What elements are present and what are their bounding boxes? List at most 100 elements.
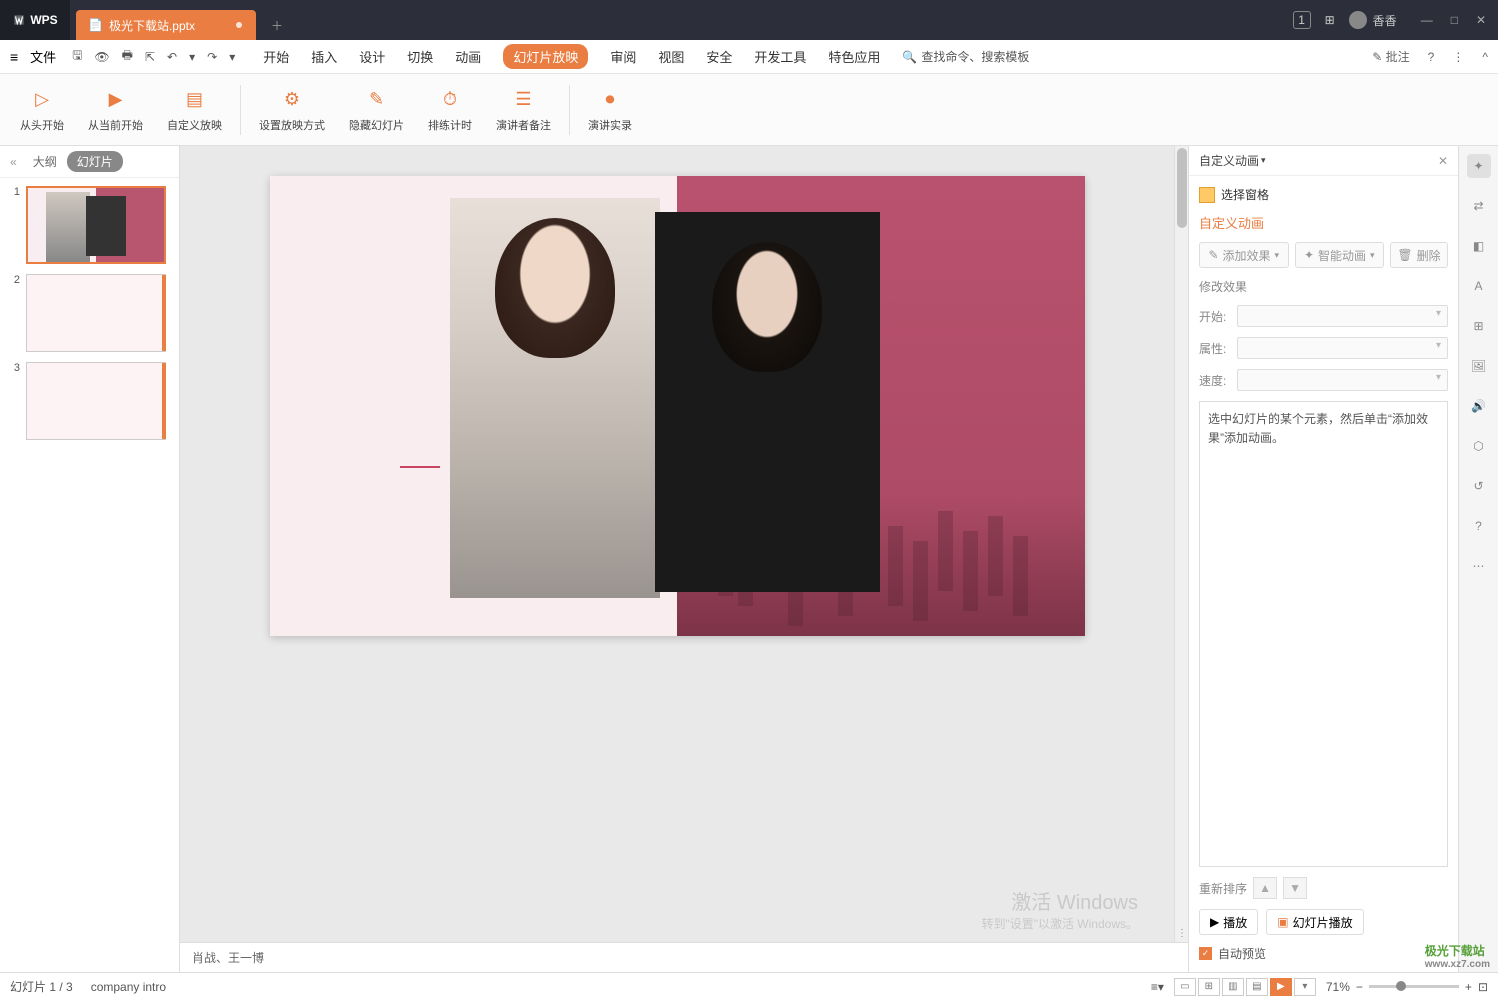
menu-10[interactable]: 特色应用 xyxy=(828,47,880,66)
menu-5[interactable]: 幻灯片放映 xyxy=(503,44,588,69)
view-normal-button[interactable]: ▭ xyxy=(1174,978,1196,996)
view-slideshow-button[interactable]: ▶ xyxy=(1270,978,1292,996)
section-name[interactable]: company intro xyxy=(91,980,166,994)
ribbon-设置放映方式[interactable]: ⚙设置放映方式 xyxy=(247,74,337,145)
move-up-button[interactable]: ▲ xyxy=(1253,877,1277,899)
photo-left[interactable] xyxy=(450,198,660,598)
menu-6[interactable]: 审阅 xyxy=(610,47,636,66)
ribbon-从头开始[interactable]: ▷从头开始 xyxy=(8,74,76,145)
wps-logo[interactable]: WPS xyxy=(0,0,70,40)
tool-layout-icon[interactable]: ⊞ xyxy=(1467,314,1491,338)
menu-7[interactable]: 视图 xyxy=(658,47,684,66)
add-tab-button[interactable]: ＋ xyxy=(262,10,292,40)
panel-close-button[interactable]: ✕ xyxy=(1438,154,1448,168)
menu-3[interactable]: 切换 xyxy=(407,47,433,66)
notification-badge[interactable]: 1 xyxy=(1293,11,1311,29)
tool-more-icon[interactable]: ⋯ xyxy=(1467,554,1491,578)
view-sorter-button[interactable]: ⊞ xyxy=(1198,978,1220,996)
slides-panel: « 大纲 幻灯片 1 2 3 xyxy=(0,146,180,972)
slide-thumb-3[interactable]: 3 xyxy=(8,362,171,440)
slideshow-button[interactable]: ▣幻灯片播放 xyxy=(1266,909,1363,935)
slide-canvas[interactable] xyxy=(270,176,1085,636)
ribbon-separator xyxy=(569,85,570,135)
app-store-icon[interactable]: ⊞ xyxy=(1325,13,1335,27)
ribbon-演讲实录[interactable]: ⏺演讲实录 xyxy=(576,74,644,145)
tool-text-icon[interactable]: A xyxy=(1467,274,1491,298)
redo-dropdown-icon[interactable]: ▾ xyxy=(229,50,235,64)
property-select[interactable] xyxy=(1237,337,1448,359)
help-icon[interactable]: ? xyxy=(1428,50,1435,64)
tool-shield-icon[interactable]: ⬡ xyxy=(1467,434,1491,458)
export-icon[interactable]: ⇱ xyxy=(145,50,155,64)
ribbon-演讲者备注[interactable]: ☰演讲者备注 xyxy=(484,74,563,145)
speed-select[interactable] xyxy=(1237,369,1448,391)
scrollbar-thumb[interactable] xyxy=(1177,148,1187,228)
play-button[interactable]: ▶播放 xyxy=(1199,909,1258,935)
slide-thumb-2[interactable]: 2 xyxy=(8,274,171,352)
slide-counter[interactable]: 幻灯片 1 / 3 xyxy=(10,978,73,995)
slides-tab[interactable]: 幻灯片 xyxy=(67,151,123,172)
start-select[interactable] xyxy=(1237,305,1448,327)
view-reading-button[interactable]: ▥ xyxy=(1222,978,1244,996)
scrollbar-menu-icon[interactable]: ⋮ xyxy=(1177,928,1187,940)
zoom-level[interactable]: 71% xyxy=(1326,980,1350,994)
smart-anim-button[interactable]: ✦智能动画▾ xyxy=(1295,242,1385,268)
undo-dropdown-icon[interactable]: ▾ xyxy=(189,50,195,64)
menu-1[interactable]: 插入 xyxy=(311,47,337,66)
ribbon-自定义放映[interactable]: ▤自定义放映 xyxy=(155,74,234,145)
notes-area[interactable]: 肖战、王一博 xyxy=(180,942,1188,972)
panel-collapse-icon[interactable]: « xyxy=(10,155,17,169)
view-slideshow-dropdown[interactable]: ▾ xyxy=(1294,978,1316,996)
document-tab[interactable]: 📄 极光下载站.pptx xyxy=(76,10,256,40)
vertical-scrollbar[interactable]: ⋮ xyxy=(1174,146,1188,942)
photo-right[interactable] xyxy=(655,212,880,592)
zoom-slider[interactable] xyxy=(1369,985,1459,988)
menu-9[interactable]: 开发工具 xyxy=(754,47,806,66)
slide-thumb-1[interactable]: 1 xyxy=(8,186,171,264)
menu-4[interactable]: 动画 xyxy=(455,47,481,66)
close-button[interactable]: ✕ xyxy=(1476,13,1486,27)
tool-design-icon[interactable]: ◧ xyxy=(1467,234,1491,258)
outline-tab[interactable]: 大纲 xyxy=(33,153,57,170)
notes-toggle-icon[interactable]: ≡▾ xyxy=(1151,980,1164,994)
modify-effect-label: 修改效果 xyxy=(1199,278,1448,295)
command-search[interactable]: 🔍 查找命令、搜索模板 xyxy=(902,48,1029,65)
ribbon-icon: ☰ xyxy=(511,87,537,113)
undo-icon[interactable]: ↶ xyxy=(167,50,177,64)
auto-preview-checkbox[interactable]: ✓ 自动预览 xyxy=(1199,945,1448,962)
tool-transition-icon[interactable]: ⇄ xyxy=(1467,194,1491,218)
maximize-button[interactable]: □ xyxy=(1451,13,1458,27)
animation-hint: 选中幻灯片的某个元素，然后单击“添加效果”添加动画。 xyxy=(1199,401,1448,867)
delete-button[interactable]: 🗑删除 xyxy=(1390,242,1448,268)
menu-8[interactable]: 安全 xyxy=(706,47,732,66)
user-account[interactable]: 香香 xyxy=(1349,11,1397,29)
tool-audio-icon[interactable]: 🔊 xyxy=(1467,394,1491,418)
ribbon-从当前开始[interactable]: ▶从当前开始 xyxy=(76,74,155,145)
print-preview-icon[interactable]: 👁 xyxy=(94,50,109,64)
redo-icon[interactable]: ↷ xyxy=(207,50,217,64)
zoom-in-button[interactable]: + xyxy=(1465,980,1472,994)
minimize-button[interactable]: — xyxy=(1421,13,1433,27)
tool-animation-icon[interactable]: ✦ xyxy=(1467,154,1491,178)
tool-help-icon[interactable]: ? xyxy=(1467,514,1491,538)
ribbon-排练计时[interactable]: ⏱排练计时 xyxy=(416,74,484,145)
tool-image-icon[interactable]: 🖼 xyxy=(1467,354,1491,378)
file-menu[interactable]: 文件 xyxy=(30,47,56,66)
view-notes-button[interactable]: ▤ xyxy=(1246,978,1268,996)
ribbon-隐藏幻灯片[interactable]: ✎隐藏幻灯片 xyxy=(337,74,416,145)
save-icon[interactable]: 🖫 xyxy=(72,46,82,67)
ribbon-collapse-icon[interactable]: ^ xyxy=(1482,50,1488,64)
print-icon[interactable]: 🖶 xyxy=(122,46,133,67)
move-down-button[interactable]: ▼ xyxy=(1283,877,1307,899)
menu-0[interactable]: 开始 xyxy=(263,47,289,66)
menu-2[interactable]: 设计 xyxy=(359,47,385,66)
tool-history-icon[interactable]: ↺ xyxy=(1467,474,1491,498)
hamburger-icon[interactable]: ≡ xyxy=(10,49,18,65)
comment-button[interactable]: ✎ 批注 xyxy=(1372,48,1409,65)
help-dropdown-icon[interactable]: ⋮ xyxy=(1452,50,1464,64)
select-pane-link[interactable]: 选择窗格 xyxy=(1199,186,1448,203)
fit-button[interactable]: ⊡ xyxy=(1478,980,1488,994)
statusbar: 幻灯片 1 / 3 company intro ≡▾ ▭ ⊞ ▥ ▤ ▶ ▾ 7… xyxy=(0,972,1498,1000)
zoom-out-button[interactable]: − xyxy=(1356,980,1363,994)
add-effect-button[interactable]: ✎添加效果▾ xyxy=(1199,242,1289,268)
